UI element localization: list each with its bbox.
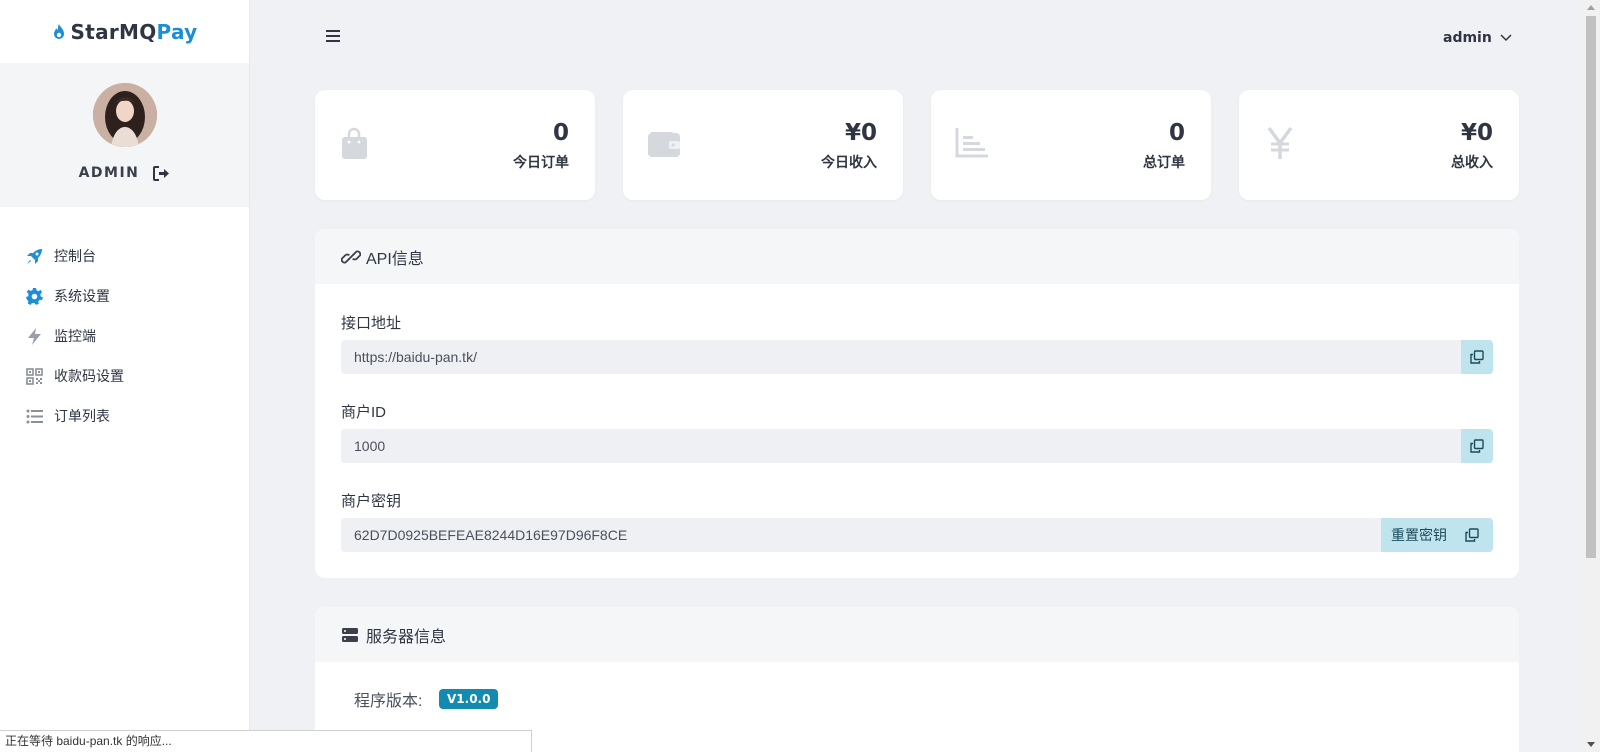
menu-toggle-button[interactable] [326,30,340,44]
yen-icon [1263,126,1297,160]
stat-label: 今日收入 [821,154,877,170]
stat-card-total-income: ¥0 总收入 [1239,90,1519,200]
username-label: ADMIN [78,165,140,181]
chevron-down-icon [1500,34,1512,42]
gear-icon [26,287,43,305]
user-menu-label: admin [1443,30,1492,46]
stat-value: ¥0 [1460,120,1493,146]
chart-icon [955,126,989,160]
copy-merchant-id-button[interactable] [1461,429,1493,463]
stat-label: 今日订单 [513,154,569,170]
hamburger-icon-line [326,35,340,37]
browser-status-bar: 正在等待 baidu-pan.tk 的响应... [0,730,532,752]
wallet-icon [647,126,681,160]
list-icon [26,408,43,425]
brand-logo[interactable]: StarMQ Pay [0,0,249,63]
reset-key-button[interactable]: 重置密钥 [1381,518,1493,552]
profile-panel: ADMIN [0,63,249,207]
sidebar-item-label: 系统设置 [54,288,110,304]
merchant-key-value[interactable]: 62D7D0925BEFEAE8244D16E97D96F8CE [341,527,1381,543]
copy-url-button[interactable] [1461,340,1493,374]
api-info-panel: API信息 接口地址 https://baidu-pan.tk/ 商户ID 10… [315,229,1519,578]
sidebar-item-settings[interactable]: 系统设置 [0,276,249,316]
hamburger-icon-line [326,40,340,42]
sidebar-item-qrcode[interactable]: 收款码设置 [0,356,249,396]
stat-card-total-orders: 0 总订单 [931,90,1211,200]
stat-value: ¥0 [844,120,877,146]
scroll-down-arrow-icon[interactable] [1587,742,1595,747]
api-url-label: 接口地址 [341,315,402,332]
hamburger-icon-line [326,30,340,32]
version-badge: V1.0.0 [439,689,499,709]
brand-name: StarMQ [70,19,157,44]
program-version-label: 程序版本: [354,693,423,710]
copy-icon [1470,350,1484,364]
server-info-header: 服务器信息 [315,607,1519,662]
rocket-icon [26,248,43,265]
bolt-icon [26,327,43,345]
copy-icon [1470,439,1484,453]
scroll-up-arrow-icon[interactable] [1587,5,1595,10]
qrcode-icon [26,367,43,385]
server-icon [341,626,361,644]
merchant-id-label: 商户ID [341,404,387,421]
server-info-title: 服务器信息 [366,628,447,646]
copy-icon[interactable] [1465,528,1479,542]
sidebar-item-monitor[interactable]: 监控端 [0,316,249,356]
stat-value: 0 [552,120,569,146]
api-info-title: API信息 [366,250,424,268]
stat-label: 总订单 [1143,154,1185,170]
sidebar-item-label: 订单列表 [54,408,110,424]
scrollbar-thumb[interactable] [1586,16,1596,558]
sidebar-nav: 控制台 系统设置 监控端 收款码设置 订单列表 [0,236,249,436]
sidebar: StarMQ Pay ADMIN 控制台 系统设置 监控端 收款码设置 订单列表 [0,0,250,752]
api-info-header: API信息 [315,229,1519,284]
merchant-id-value[interactable]: 1000 [341,438,1461,454]
shopping-bag-icon [339,126,373,160]
stat-card-today-income: ¥0 今日收入 [623,90,903,200]
stat-card-today-orders: 0 今日订单 [315,90,595,200]
sidebar-item-label: 收款码设置 [54,368,124,384]
user-menu[interactable]: admin [1443,30,1512,46]
logout-icon[interactable] [153,165,170,181]
avatar[interactable] [92,83,157,147]
stat-label: 总收入 [1451,154,1493,170]
api-url-field[interactable]: https://baidu-pan.tk/ [341,340,1493,374]
merchant-id-field[interactable]: 1000 [341,429,1493,463]
merchant-key-field[interactable]: 62D7D0925BEFEAE8244D16E97D96F8CE 重置密钥 [341,518,1493,552]
sidebar-item-dashboard[interactable]: 控制台 [0,236,249,276]
stat-value: 0 [1168,120,1185,146]
merchant-key-label: 商户密钥 [341,493,402,510]
page-scrollbar[interactable] [1582,0,1600,752]
sidebar-item-label: 控制台 [54,248,96,264]
sidebar-item-orders[interactable]: 订单列表 [0,396,249,436]
link-icon [341,248,361,266]
api-url-value[interactable]: https://baidu-pan.tk/ [341,349,1461,365]
sidebar-item-label: 监控端 [54,328,96,344]
brand-name-accent: Pay [156,19,198,44]
flame-icon [53,23,64,39]
reset-key-label: 重置密钥 [1391,527,1447,543]
